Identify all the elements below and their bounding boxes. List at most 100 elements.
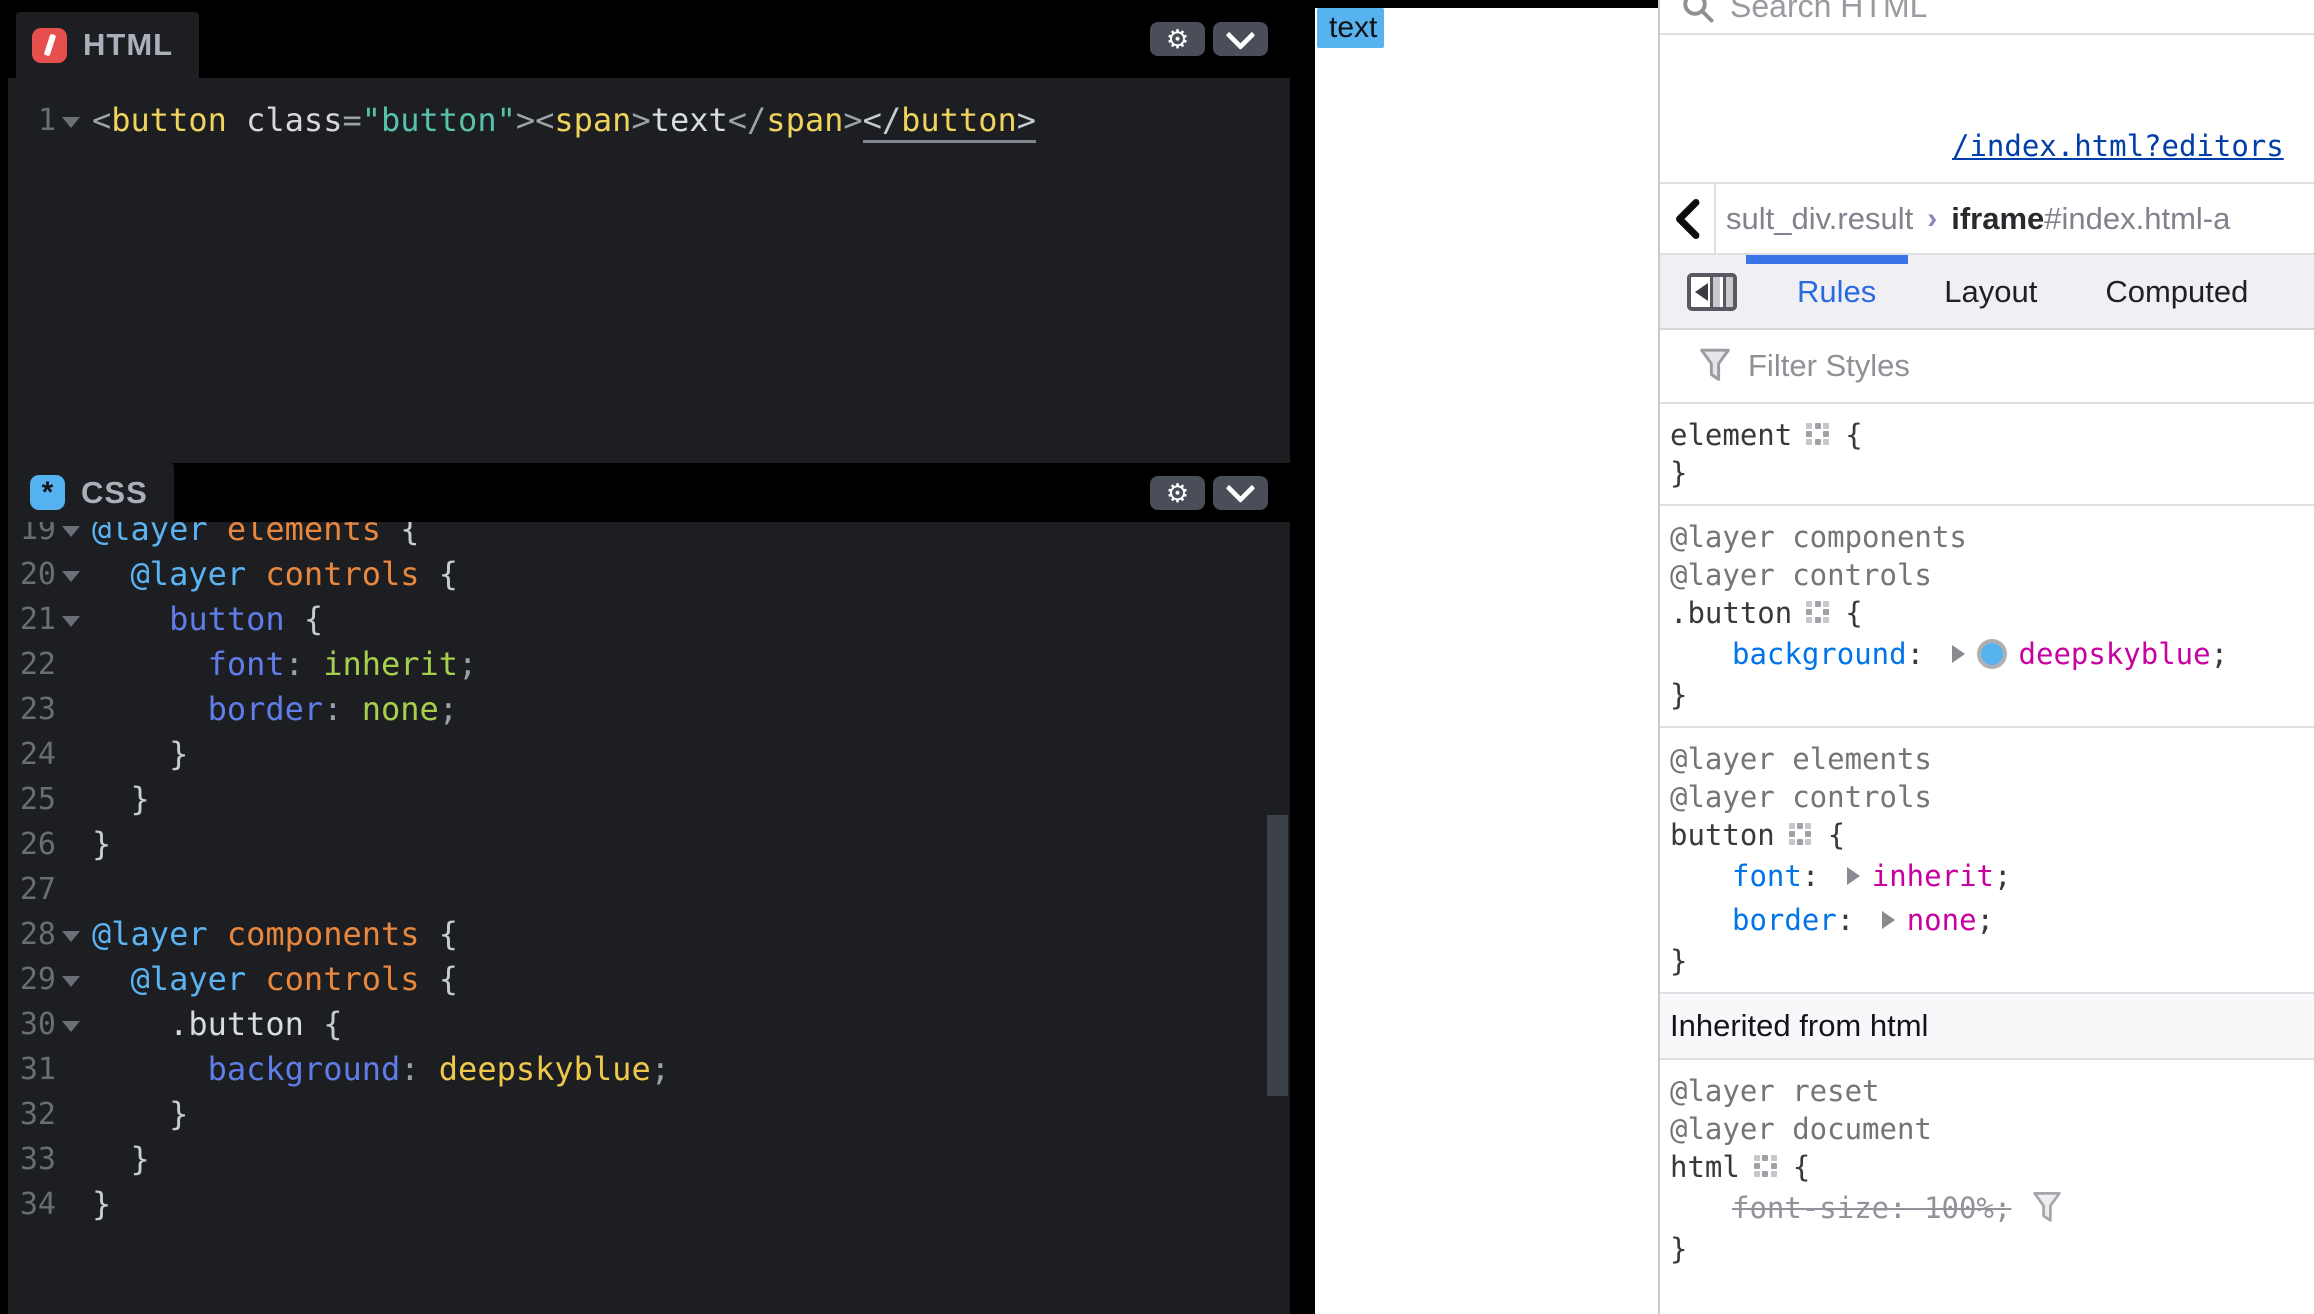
line-number: 30 bbox=[8, 1002, 56, 1047]
code-line[interactable]: 30 .button { bbox=[8, 1002, 1290, 1047]
css-collapse-button[interactable] bbox=[1213, 476, 1268, 510]
property-name[interactable]: font-size bbox=[1732, 1186, 1889, 1230]
rule-selector[interactable]: button bbox=[1670, 816, 1775, 854]
code-line[interactable]: 21 button { bbox=[8, 597, 1290, 642]
code-line[interactable]: 25 } bbox=[8, 777, 1290, 822]
markup-line[interactable]: /index.html?editors bbox=[1952, 125, 2314, 168]
layer-annotation: @layer controls bbox=[1670, 556, 2304, 594]
property-name[interactable]: background bbox=[1732, 632, 1907, 676]
fold-arrow-icon[interactable] bbox=[62, 117, 80, 128]
markup-view[interactable]: /index.html?editors allow="camera; disp … bbox=[1660, 35, 2314, 184]
tab-css-editor[interactable]: * CSS bbox=[8, 463, 174, 522]
code-text: font: inherit; bbox=[92, 642, 477, 687]
flex-toggle-dots-icon[interactable] bbox=[1806, 423, 1831, 448]
breadcrumb-item-iframe[interactable]: iframe#index.html-a bbox=[1951, 201, 2230, 237]
expand-longhands-icon[interactable] bbox=[1847, 867, 1860, 885]
line-number: 26 bbox=[8, 822, 56, 867]
screenshot-stage: HTML ⚙ 1 <button class="button"><span>te… bbox=[0, 0, 2314, 1314]
property-name[interactable]: border bbox=[1732, 898, 1837, 942]
fold-arrow-icon[interactable] bbox=[62, 526, 80, 537]
preview-demo-button[interactable]: text bbox=[1317, 8, 1384, 48]
code-line[interactable]: 23 border: none; bbox=[8, 687, 1290, 732]
code-text: @layer elements { bbox=[92, 522, 420, 552]
property-value[interactable]: 100% bbox=[1924, 1186, 1994, 1230]
line-number: 29 bbox=[8, 957, 56, 1002]
chevron-down-icon bbox=[1226, 20, 1256, 50]
property-name[interactable]: font bbox=[1732, 854, 1802, 898]
devtools-panel: Search HTML /index.html?editors allow="c… bbox=[1658, 0, 2314, 1314]
html-badge-icon bbox=[32, 28, 67, 63]
funnel-icon bbox=[1698, 346, 1732, 386]
fold-arrow-icon[interactable] bbox=[62, 1021, 80, 1032]
code-line[interactable]: 24 } bbox=[8, 732, 1290, 777]
layer-annotation: @layer components bbox=[1670, 518, 2304, 556]
breadcrumb-item-parent[interactable]: sult_div.result bbox=[1726, 201, 1913, 237]
rules-view: element { } @layer components @layer con… bbox=[1660, 404, 2314, 1280]
line-number: 28 bbox=[8, 912, 56, 957]
line-number: 24 bbox=[8, 732, 56, 777]
code-line[interactable]: 22 font: inherit; bbox=[8, 642, 1290, 687]
color-swatch[interactable] bbox=[1977, 639, 2007, 669]
html-settings-button[interactable]: ⚙ bbox=[1150, 22, 1205, 56]
devtools-search-bar[interactable]: Search HTML bbox=[1660, 0, 2314, 35]
html-collapse-button[interactable] bbox=[1213, 22, 1268, 56]
layer-annotation: @layer controls bbox=[1670, 778, 2304, 816]
line-number: 34 bbox=[8, 1182, 56, 1227]
tab-html-editor[interactable]: HTML bbox=[16, 12, 199, 78]
code-line[interactable]: 31 background: deepskyblue; bbox=[8, 1047, 1290, 1092]
fold-arrow-icon[interactable] bbox=[62, 931, 80, 942]
tab-rules[interactable]: Rules bbox=[1763, 255, 1910, 328]
breadcrumb: sult_div.result › iframe#index.html-a bbox=[1660, 184, 2314, 255]
declaration-font-size-overridden[interactable]: font-size: 100%; bbox=[1670, 1186, 2304, 1230]
fold-arrow-icon[interactable] bbox=[62, 976, 80, 987]
search-placeholder: Search HTML bbox=[1730, 0, 1927, 25]
declaration-font[interactable]: font: inherit; bbox=[1670, 854, 2304, 898]
code-text: } bbox=[92, 777, 150, 822]
flex-toggle-dots-icon[interactable] bbox=[1789, 823, 1814, 848]
property-value[interactable]: none bbox=[1907, 898, 1977, 942]
line-number: 25 bbox=[8, 777, 56, 822]
rule-selector[interactable]: html bbox=[1670, 1148, 1740, 1186]
declaration-background[interactable]: background: deepskyblue; bbox=[1670, 632, 2304, 676]
rule-selector[interactable]: element bbox=[1670, 416, 1792, 454]
line-number: 31 bbox=[8, 1047, 56, 1092]
editor-column: HTML ⚙ 1 <button class="button"><span>te… bbox=[0, 0, 1290, 1314]
code-line[interactable]: 28@layer components { bbox=[8, 912, 1290, 957]
code-line[interactable]: 26} bbox=[8, 822, 1290, 867]
property-value[interactable]: inherit bbox=[1872, 854, 1994, 898]
code-line[interactable]: 27 bbox=[8, 867, 1290, 912]
chevron-down-icon bbox=[1226, 473, 1256, 503]
code-line[interactable]: 1 <button class="button"><span>text</spa… bbox=[8, 98, 1290, 143]
code-line[interactable]: 34} bbox=[8, 1182, 1290, 1227]
filter-styles-input[interactable]: Filter Styles bbox=[1660, 330, 2314, 404]
tab-computed[interactable]: Computed bbox=[2071, 255, 2282, 328]
property-value[interactable]: deepskyblue bbox=[2019, 632, 2211, 676]
flex-toggle-dots-icon[interactable] bbox=[1754, 1155, 1779, 1180]
declaration-border[interactable]: border: none; bbox=[1670, 898, 2304, 942]
code-line[interactable]: 29 @layer controls { bbox=[8, 957, 1290, 1002]
code-line[interactable]: 19@layer elements { bbox=[8, 522, 1290, 552]
search-icon bbox=[1680, 0, 1716, 25]
html-code-editor[interactable]: 1 <button class="button"><span>text</spa… bbox=[8, 78, 1290, 463]
css-settings-button[interactable]: ⚙ bbox=[1150, 476, 1205, 510]
code-text: button { bbox=[92, 597, 323, 642]
fold-arrow-icon[interactable] bbox=[62, 571, 80, 582]
expand-longhands-icon[interactable] bbox=[1952, 645, 1965, 663]
css-editor-scrollbar[interactable] bbox=[1267, 815, 1288, 1096]
code-line[interactable]: 32 } bbox=[8, 1092, 1290, 1137]
css-code-editor[interactable]: 19@layer elements {20 @layer controls {2… bbox=[8, 522, 1290, 1314]
breadcrumb-back-button[interactable] bbox=[1660, 184, 1716, 253]
expand-longhands-icon[interactable] bbox=[1882, 911, 1895, 929]
inherited-from-header: Inherited from html bbox=[1660, 994, 2314, 1060]
code-text: } bbox=[92, 732, 188, 777]
tab-layout[interactable]: Layout bbox=[1910, 255, 2071, 328]
code-text: } bbox=[92, 1092, 188, 1137]
code-line[interactable]: 33 } bbox=[8, 1137, 1290, 1182]
sidebar-toggle-button[interactable] bbox=[1687, 273, 1737, 311]
filter-property-icon[interactable] bbox=[2031, 1190, 2063, 1226]
layer-annotation: @layer reset bbox=[1670, 1072, 2304, 1110]
fold-arrow-icon[interactable] bbox=[62, 616, 80, 627]
flex-toggle-dots-icon[interactable] bbox=[1806, 601, 1831, 626]
rule-selector[interactable]: .button bbox=[1670, 594, 1792, 632]
code-line[interactable]: 20 @layer controls { bbox=[8, 552, 1290, 597]
